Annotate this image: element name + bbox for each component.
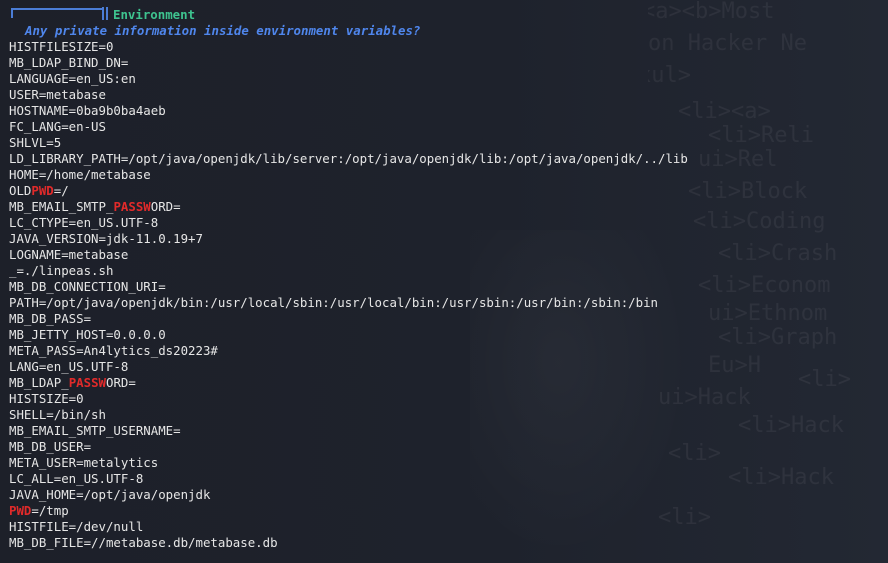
env-text: MB_DB_USER=	[9, 439, 92, 454]
env-variable-line: LANG=en_US.UTF-8	[9, 359, 888, 375]
env-text: SHELL=/bin/sh	[9, 407, 106, 422]
env-text: ORD=	[106, 375, 136, 390]
env-variable-list: HISTFILESIZE=0 MB_LDAP_BIND_DN= LANGUAGE=e…	[9, 39, 888, 551]
env-variable-line: PATH=/opt/java/openjdk/bin:/usr/local/sb…	[9, 295, 888, 311]
highlighted-keyword: PWD	[31, 183, 54, 198]
env-text: FC_LANG=en-US	[9, 119, 106, 134]
section-header-tick-glyph	[106, 7, 108, 20]
highlighted-keyword: PASSW	[113, 199, 151, 214]
env-variable-line: SHLVL=5	[9, 135, 888, 151]
env-text: =/	[53, 183, 69, 198]
env-variable-line: HOSTNAME=0ba9b0ba4aeb	[9, 103, 888, 119]
env-text: HISTFILE=/dev/null	[9, 519, 144, 534]
env-variable-line: USER=metabase	[9, 87, 888, 103]
env-text: HOME=/home/metabase	[9, 167, 151, 182]
env-text: MB_DB_FILE=//metabase.db/metabase.db	[9, 535, 278, 550]
env-text: META_PASS=An4lytics_ds20223#	[9, 343, 218, 358]
env-variable-line: LC_ALL=en_US.UTF-8	[9, 471, 888, 487]
env-text: OLD	[9, 183, 32, 198]
env-text: MB_LDAP_	[9, 375, 69, 390]
terminal-output: Environment Any private information insi…	[9, 7, 888, 551]
env-variable-line: MB_LDAP_PASSWORD=	[9, 375, 888, 391]
env-text: MB_DB_CONNECTION_URI=	[9, 279, 166, 294]
env-variable-line: SHELL=/bin/sh	[9, 407, 888, 423]
env-text: _=./linpeas.sh	[9, 263, 114, 278]
env-text: MB_EMAIL_SMTP_USERNAME=	[9, 423, 181, 438]
env-variable-line: MB_DB_CONNECTION_URI=	[9, 279, 888, 295]
env-variable-line: MB_DB_FILE=//metabase.db/metabase.db	[9, 535, 888, 551]
section-subtitle: Any private information inside environme…	[25, 23, 421, 38]
env-variable-line: MB_DB_USER=	[9, 439, 888, 455]
section-title: Environment	[113, 7, 196, 22]
env-text: LOGNAME=metabase	[9, 247, 129, 262]
env-text: HISTSIZE=0	[9, 391, 84, 406]
section-header: Environment	[9, 7, 888, 23]
section-header-tick-glyph	[102, 7, 104, 20]
env-variable-line: FC_LANG=en-US	[9, 119, 888, 135]
env-text: PATH=/opt/java/openjdk/bin:/usr/local/sb…	[9, 295, 659, 310]
env-variable-line: OLDPWD=/	[9, 183, 888, 199]
env-text: LD_LIBRARY_PATH=/opt/java/openjdk/lib/se…	[9, 151, 688, 166]
env-text: MB_JETTY_HOST=0.0.0.0	[9, 327, 166, 342]
env-text: JAVA_VERSION=jdk-11.0.19+7	[9, 231, 203, 246]
env-text: SHLVL=5	[9, 135, 62, 150]
env-variable-line: META_PASS=An4lytics_ds20223#	[9, 343, 888, 359]
env-text: MB_EMAIL_SMTP_	[9, 199, 114, 214]
env-variable-line: JAVA_VERSION=jdk-11.0.19+7	[9, 231, 888, 247]
env-text: LANG=en_US.UTF-8	[9, 359, 129, 374]
env-variable-line: LC_CTYPE=en_US.UTF-8	[9, 215, 888, 231]
env-variable-line: MB_LDAP_BIND_DN=	[9, 55, 888, 71]
env-variable-line: _=./linpeas.sh	[9, 263, 888, 279]
section-header-box-glyph	[11, 8, 103, 18]
env-text: LC_CTYPE=en_US.UTF-8	[9, 215, 159, 230]
env-variable-line: HISTFILESIZE=0	[9, 39, 888, 55]
env-variable-line: JAVA_HOME=/opt/java/openjdk	[9, 487, 888, 503]
env-text: =/tmp	[31, 503, 69, 518]
env-text: META_USER=metalytics	[9, 455, 159, 470]
env-variable-line: MB_EMAIL_SMTP_USERNAME=	[9, 423, 888, 439]
env-text: ORD=	[150, 199, 181, 214]
env-variable-line: MB_DB_PASS=	[9, 311, 888, 327]
env-variable-line: LD_LIBRARY_PATH=/opt/java/openjdk/lib/se…	[9, 151, 888, 167]
env-variable-line: LOGNAME=metabase	[9, 247, 888, 263]
env-variable-line: LANGUAGE=en_US:en	[9, 71, 888, 87]
highlighted-keyword: PASSW	[68, 375, 106, 390]
terminal-window[interactable]: <a><b>Moston Hacker Nexul><li><a><li>Rel…	[0, 0, 888, 563]
env-text: MB_DB_PASS=	[9, 311, 92, 326]
env-variable-line: HISTSIZE=0	[9, 391, 888, 407]
env-text: JAVA_HOME=/opt/java/openjdk	[9, 487, 211, 502]
env-variable-line: META_USER=metalytics	[9, 455, 888, 471]
env-variable-line: HOME=/home/metabase	[9, 167, 888, 183]
highlighted-keyword: PWD	[9, 503, 32, 518]
env-variable-line: HISTFILE=/dev/null	[9, 519, 888, 535]
env-variable-line: MB_JETTY_HOST=0.0.0.0	[9, 327, 888, 343]
env-text: HOSTNAME=0ba9b0ba4aeb	[9, 103, 166, 118]
env-text: LC_ALL=en_US.UTF-8	[9, 471, 144, 486]
env-variable-line: PWD=/tmp	[9, 503, 888, 519]
env-variable-line: MB_EMAIL_SMTP_PASSWORD=	[9, 199, 888, 215]
